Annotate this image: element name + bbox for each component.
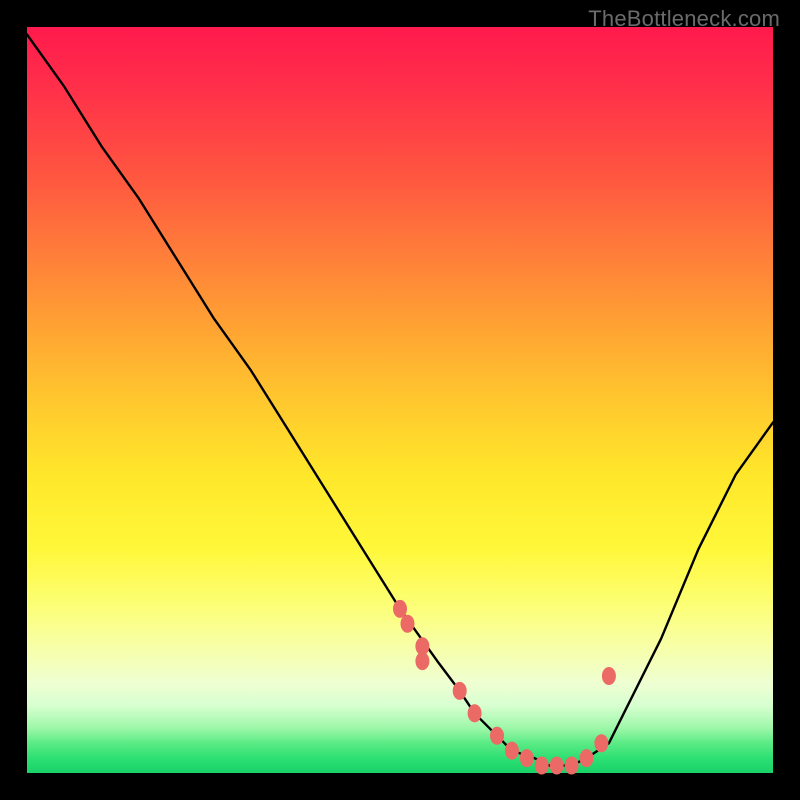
- marker-dot: [453, 682, 467, 700]
- marker-dot: [415, 652, 429, 670]
- marker-dot: [550, 757, 564, 775]
- marker-group: [393, 600, 616, 775]
- marker-dot: [535, 757, 549, 775]
- bottleneck-curve: [27, 35, 773, 766]
- marker-dot: [520, 749, 534, 767]
- marker-dot: [565, 757, 579, 775]
- marker-dot: [393, 600, 407, 618]
- chart-frame: TheBottleneck.com: [0, 0, 800, 800]
- marker-dot: [594, 734, 608, 752]
- plot-area: [27, 27, 773, 773]
- marker-dot: [490, 727, 504, 745]
- marker-dot: [580, 749, 594, 767]
- marker-dot: [602, 667, 616, 685]
- curve-svg: [27, 27, 773, 773]
- marker-dot: [505, 742, 519, 760]
- marker-dot: [401, 615, 415, 633]
- marker-dot: [468, 704, 482, 722]
